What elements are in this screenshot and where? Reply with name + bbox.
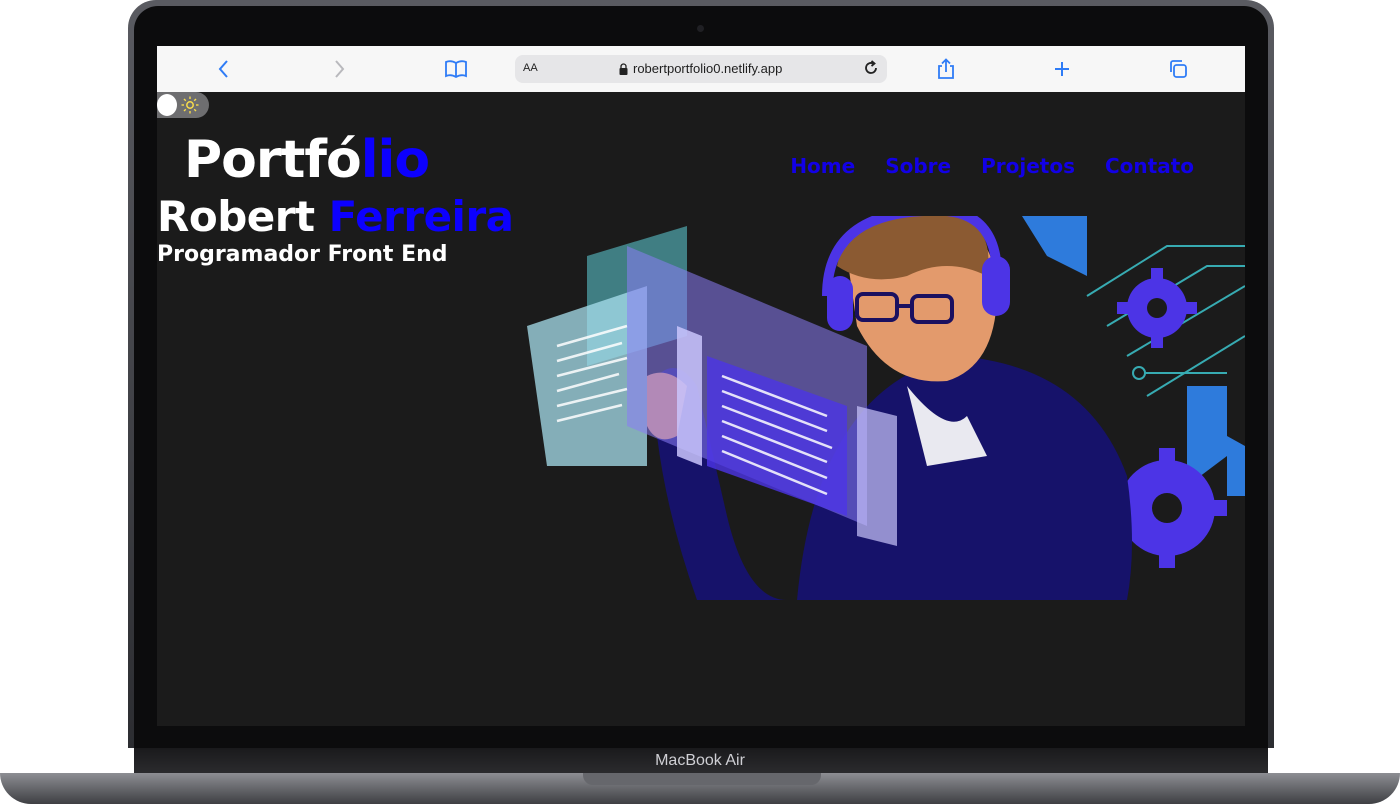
nav-home[interactable]: Home [790,154,855,178]
nav-projetos[interactable]: Projetos [981,154,1075,178]
reload-icon[interactable] [861,58,881,78]
hero-role: Programador Front End [157,242,448,267]
bookmarks-icon[interactable] [443,56,469,82]
toggle-knob [157,94,177,116]
portfolio-page: Portfólio Robert Ferreira Programador Fr… [157,92,1245,726]
hero-name: Robert Ferreira [157,192,514,241]
new-tab-icon[interactable] [1049,56,1075,82]
lock-icon [619,62,628,75]
main-nav: Home Sobre Projetos Contato [790,154,1194,178]
site-logo[interactable]: Portfólio [184,130,430,190]
url-text: robertportfolio0.netlify.app [633,61,783,76]
text-size-button[interactable]: AA [523,62,538,74]
forward-icon[interactable] [326,56,352,82]
logo-text-accent: lio [360,130,430,190]
screen: AA robertportfolio0.netlify.app Portfóli… [157,46,1245,726]
theme-toggle[interactable] [157,92,209,118]
logo-text-white: Portfó [184,130,362,190]
first-name: Robert [157,192,315,241]
address-bar[interactable]: AA robertportfolio0.netlify.app [515,55,887,83]
share-icon[interactable] [933,56,959,82]
browser-toolbar: AA robertportfolio0.netlify.app [157,46,1245,93]
nav-contato[interactable]: Contato [1105,154,1194,178]
last-name: Ferreira [328,192,514,241]
tabs-icon[interactable] [1165,56,1191,82]
back-icon[interactable] [211,56,237,82]
laptop-notch [583,773,821,785]
sun-icon [181,96,199,114]
hero-illustration [527,216,1245,600]
device-label: MacBook Air [655,752,745,769]
camera [697,25,704,32]
nav-sobre[interactable]: Sobre [885,154,951,178]
